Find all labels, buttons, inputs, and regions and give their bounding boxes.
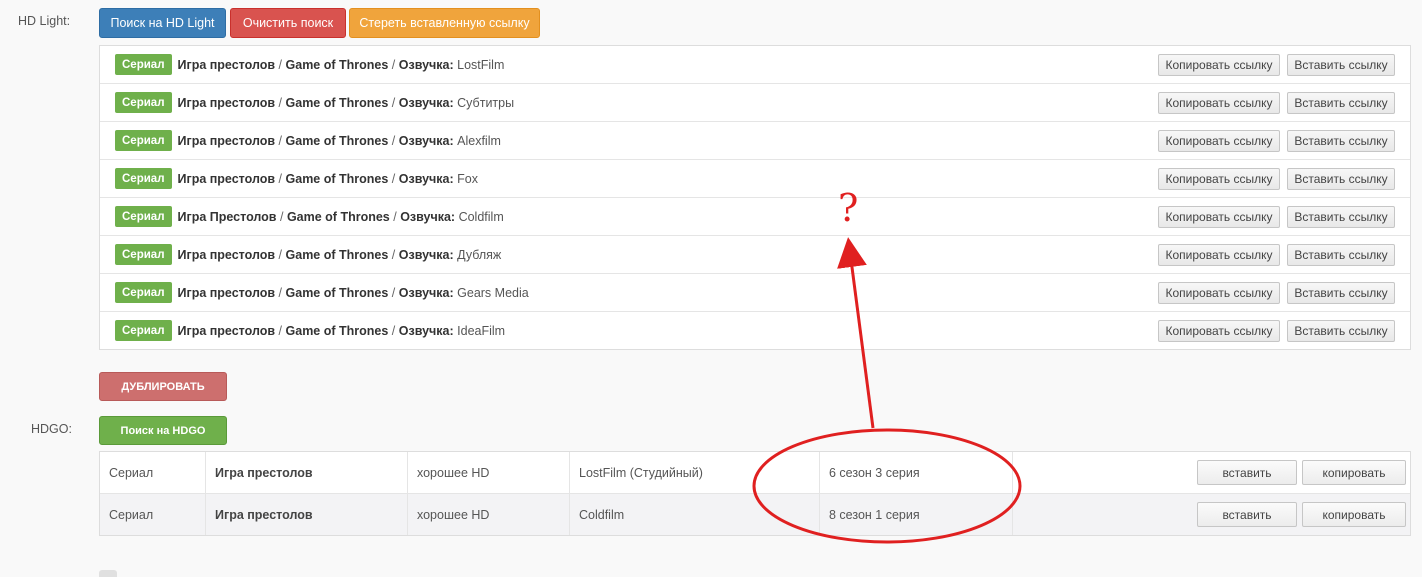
annotation-arrow <box>837 237 875 429</box>
annotation-ellipse <box>752 428 1022 544</box>
annotation-overlay <box>752 237 1022 544</box>
question-mark-annotation: ? <box>838 186 859 230</box>
